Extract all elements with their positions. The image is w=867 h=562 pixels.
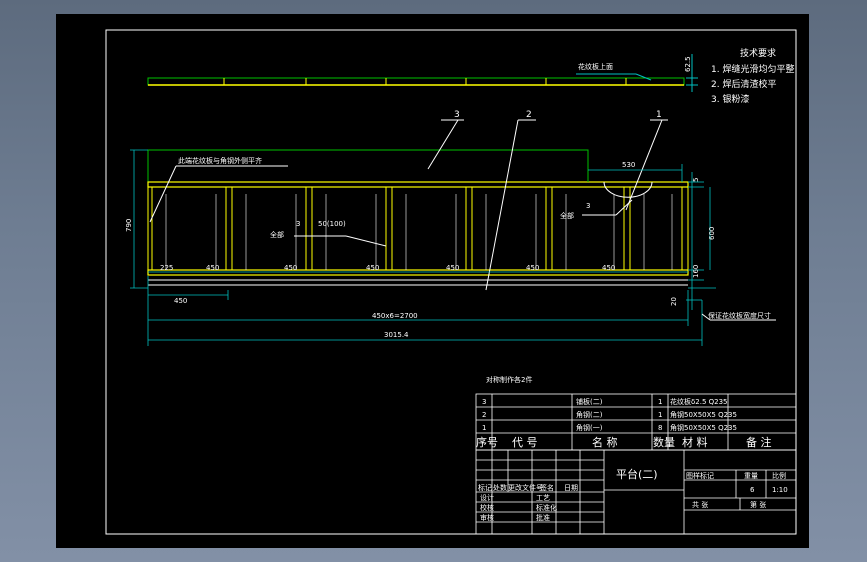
row-1-name: 角钢(一) (576, 423, 603, 432)
dim-bay-3: 450 (366, 264, 379, 272)
callout-left-number: 3 (296, 220, 300, 228)
sign-label-count: 处数 (493, 483, 507, 492)
dim-bay-4: 450 (446, 264, 459, 272)
dim-bay-1: 450 (206, 264, 219, 272)
row-3-no: 3 (482, 398, 486, 406)
sign-label-date: 日期 (564, 484, 578, 492)
leader-label-3: 3 (454, 110, 460, 120)
weld-callout-left: 3 50(100) 全部 (270, 220, 387, 247)
sheet-total: 共 张 (692, 500, 708, 509)
row-2-no: 2 (482, 411, 486, 419)
label-check: 校核 (480, 503, 494, 512)
label-scale: 比例 (772, 471, 786, 480)
label-audit: 审核 (480, 513, 494, 522)
label-standard: 标准化 (536, 503, 557, 512)
label-process: 工艺 (536, 494, 550, 502)
row-1-qty: 8 (658, 424, 662, 432)
label-design: 设计 (480, 493, 494, 502)
sheet-no: 第 张 (750, 500, 766, 509)
dim-bay-5: 450 (526, 264, 539, 272)
tech-requirements: 技术要求 1. 焊缝光滑均匀平整 2. 焊后清渣校平 3. 银粉漆 (711, 47, 794, 105)
weld-callout-right: 3 全部 (560, 199, 633, 220)
leader-label-1: 1 (656, 110, 662, 120)
header-material: 材 料 (682, 435, 708, 449)
drawing-title: 平台(二) (616, 467, 658, 481)
tech-req-title: 技术要求 (740, 47, 776, 59)
leader-label-2: 2 (526, 110, 532, 120)
callout-left-size: 50(100) (318, 220, 346, 228)
tech-req-item-1: 1. 焊缝光滑均匀平整 (711, 63, 794, 75)
callout-left-text: 全部 (270, 230, 284, 239)
label-stage: 图样标记 (686, 471, 714, 480)
dim-total-frame: 450x6=2700 (372, 312, 418, 320)
dimension-texts: 530 790 5 600 160 20 225 450 450 450 450… (125, 161, 776, 339)
tech-req-item-3: 3. 银粉漆 (711, 93, 749, 105)
detail-circle (603, 181, 653, 198)
sign-label-sign: 签名 (540, 483, 554, 492)
header-code: 代 号 (512, 436, 538, 449)
sign-label-mark: 标记 (478, 483, 492, 492)
top-plate (147, 77, 685, 86)
frame-vertical-4 (385, 186, 393, 271)
dim-right-bottom: 160 (692, 265, 700, 278)
dim-total-length: 3015.4 (384, 331, 409, 339)
row-1-material: 角钢50X50X5 Q235 (670, 423, 737, 432)
frame-vertical-1 (147, 186, 153, 271)
header-qty: 数量 (653, 436, 675, 449)
row-2-material: 角钢50X50X5 Q235 (670, 410, 737, 419)
frame-vertical-7 (623, 186, 631, 271)
scale-value: 1:10 (772, 486, 788, 494)
parts-table: 对称制作各2件 3 铺板(二) 1 花纹板δ2.5 Q235 2 角钢(二) 1… (475, 375, 797, 451)
dim-bay-6: 450 (602, 264, 615, 272)
frame-top-chord (147, 181, 689, 188)
right-note: 保证花纹板宽度尺寸 (708, 311, 771, 320)
dim-top-thickness: 62.5 (684, 56, 692, 72)
dim-overhang: 530 (622, 161, 635, 169)
dim-first-bay: 225 (160, 264, 173, 272)
row-3-name: 铺板(二) (576, 397, 603, 406)
row-2-name: 角钢(二) (576, 410, 603, 419)
dimensions (130, 149, 716, 346)
frame-vertical-5 (465, 186, 473, 271)
label-approve: 批准 (536, 513, 550, 522)
top-view-note: 花纹板上面 (578, 62, 613, 71)
row-1-no: 1 (482, 424, 486, 432)
dim-bay-2: 450 (284, 264, 297, 272)
dim-height-inner: 600 (708, 227, 716, 240)
dim-height-total: 790 (125, 219, 133, 232)
weld-note: 此端花纹板与角钢外侧平齐 (178, 156, 262, 165)
row-3-qty: 1 (658, 398, 662, 406)
callout-right-number: 3 (586, 202, 590, 210)
header-no: 序号 (476, 435, 498, 449)
frame-vertical-2 (225, 186, 233, 271)
dim-first-span: 450 (174, 297, 187, 305)
title-block: 标记 处数 更改文件号 签名 日期 设计 校核 审核 工艺 标准化 批准 平台(… (475, 449, 797, 535)
row-3-material: 花纹板δ2.5 Q235 (670, 397, 728, 406)
dim-bottom-offset: 20 (670, 297, 678, 306)
inner-frame (105, 29, 797, 535)
technical-drawing: 花纹板上面 62.5 技术要求 1. 焊缝光滑均匀平整 2. 焊后清渣校平 3.… (105, 29, 797, 535)
header-remark: 备 注 (746, 435, 772, 449)
dim-right-top: 5 (692, 178, 700, 182)
tech-req-item-2: 2. 焊后清渣校平 (711, 78, 776, 90)
weight-value: 6 (750, 486, 755, 494)
header-name: 名 称 (592, 435, 618, 449)
callout-right-text: 全部 (560, 211, 574, 220)
frame-vertical-3 (305, 186, 313, 271)
sign-label-change: 更改文件号 (508, 483, 543, 492)
table-note: 对称制作各2件 (486, 375, 532, 384)
frame-vertical-8 (681, 186, 689, 271)
frame-vertical-6 (545, 186, 553, 271)
label-weight: 重量 (744, 472, 758, 480)
row-2-qty: 1 (658, 411, 662, 419)
part-leaders: 3 2 1 此端花纹板与角钢外侧平齐 (149, 110, 668, 291)
top-view: 花纹板上面 62.5 (147, 54, 698, 92)
drawing-sheet: 花纹板上面 62.5 技术要求 1. 焊缝光滑均匀平整 2. 焊后清渣校平 3.… (56, 14, 809, 548)
